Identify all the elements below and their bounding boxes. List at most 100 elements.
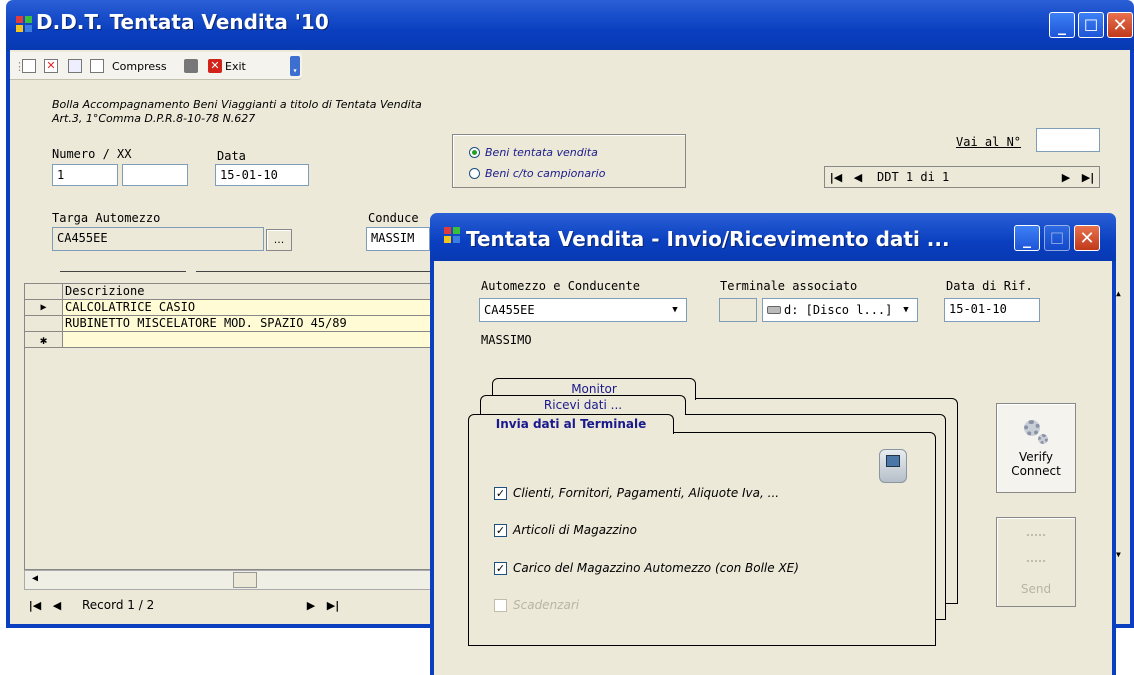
exit-icon: ✕ [208, 59, 222, 73]
grid-cell[interactable]: CALCOLATRICE CASIO [63, 300, 443, 316]
terminale-label: Terminale associato [720, 279, 858, 293]
checkbox-disabled-icon [494, 598, 507, 612]
doc-header-line2: Art.3, 1°Comma D.P.R.8-10-78 N.627 [52, 112, 256, 125]
close-button[interactable]: ✕ [1107, 12, 1133, 38]
verify-connect-button[interactable]: Verify Connect [996, 403, 1076, 493]
toolbar-overflow-button[interactable]: ▾ [290, 56, 300, 76]
send-disabled-icon [1027, 534, 1045, 562]
targa-input[interactable]: CA455EE [52, 227, 264, 251]
checkbox-checked-icon[interactable]: ✓ [494, 561, 507, 575]
main-toolbar: ⋮ ✕ Compress ✕ Exit ▾ [10, 52, 302, 80]
terminale-value: d: [Disco l...] [784, 303, 893, 317]
maximize-button[interactable]: ☐ [1078, 12, 1104, 38]
dialog-titlebar: Tentata Vendita - Invio/Ricevimento dati… [430, 213, 1116, 261]
new-row-icon: ✱ [25, 332, 63, 348]
checkbox-checked-icon[interactable]: ✓ [494, 523, 507, 537]
table-row[interactable]: ▶ CALCOLATRICE CASIO [25, 300, 443, 316]
doc-header-line1: Bolla Accompagnamento Beni Viaggianti a … [52, 98, 422, 111]
verify-label: Verify [1018, 450, 1054, 464]
radio-selected-icon [469, 147, 480, 158]
app-icon [16, 16, 32, 32]
checkbox-checked-icon[interactable]: ✓ [494, 486, 507, 500]
current-row-indicator-icon: ▶ [25, 300, 63, 316]
terminal-device-icon [879, 449, 907, 483]
data-input[interactable]: 15-01-10 [215, 164, 309, 186]
conducente-label: Conduce [368, 211, 419, 225]
numero-label: Numero / XX [52, 147, 132, 161]
xx-input[interactable] [122, 164, 188, 186]
compress-button[interactable]: Compress [112, 57, 167, 75]
chevron-down-icon[interactable]: ▼ [666, 301, 684, 319]
data-rif-input[interactable]: 15-01-10 [944, 298, 1040, 322]
conducente-input[interactable]: MASSIM [366, 227, 430, 251]
terminale-combo[interactable]: d: [Disco l...] ▼ [762, 298, 918, 322]
grid-header-row: Descrizione [25, 284, 443, 300]
vai-al-input[interactable] [1036, 128, 1100, 152]
record-first-button[interactable]: |◀ [24, 595, 46, 615]
numero-input[interactable]: 1 [52, 164, 118, 186]
righe-grid: Descrizione ▶ CALCOLATRICE CASIO RUBINET… [24, 283, 444, 570]
send-button: Send [996, 517, 1076, 607]
main-titlebar: D.D.T. Tentata Vendita '10 _ ☐ ✕ [6, 0, 1134, 50]
last-record-button[interactable]: ▶| [1077, 167, 1099, 187]
dialog-close-button[interactable]: ✕ [1074, 225, 1100, 251]
copy-icon[interactable] [90, 57, 104, 75]
record-prev-button[interactable]: ◀ [46, 595, 68, 615]
send-label: Send [1020, 582, 1052, 596]
exit-button[interactable]: ✕ Exit [208, 57, 246, 75]
scroll-down-icon[interactable]: ▼ [1116, 550, 1128, 564]
radio-beni-campionario[interactable]: Beni c/to campionario [469, 167, 605, 180]
data-rif-label: Data di Rif. [946, 279, 1033, 293]
scroll-up-icon[interactable]: ▲ [1116, 289, 1128, 303]
record-next-button[interactable]: ▶ [300, 595, 322, 615]
ddt-navigator: |◀ ◀ DDT 1 di 1 ▶ ▶| [824, 166, 1100, 188]
scroll-left-icon[interactable]: ◀ [27, 573, 43, 587]
dialog-title: Tentata Vendita - Invio/Ricevimento dati… [466, 227, 950, 251]
radio-beni-tentata[interactable]: Beni tentata vendita [469, 146, 598, 159]
grid-cell[interactable]: RUBINETTO MISCELATORE MOD. SPAZIO 45/89 [63, 316, 443, 332]
radio-empty-icon [469, 168, 480, 179]
main-window-title: D.D.T. Tentata Vendita '10 [36, 10, 329, 34]
new-row[interactable]: ✱ [25, 332, 443, 348]
chevron-down-icon[interactable]: ▼ [897, 301, 915, 319]
print-icon[interactable] [184, 57, 198, 75]
beni-radio-group: Beni tentata vendita Beni c/to campionar… [452, 134, 686, 188]
targa-browse-button[interactable]: ... [266, 229, 292, 251]
separator-1 [60, 271, 186, 272]
grid-column-descrizione[interactable]: Descrizione [63, 284, 443, 300]
record-navigator: |◀ ◀ Record 1 / 2 ▶ ▶| [24, 594, 344, 616]
ddt-nav-text: DDT 1 di 1 [877, 170, 950, 184]
first-record-button[interactable]: |◀ [825, 167, 847, 187]
next-record-button[interactable]: ▶ [1055, 167, 1077, 187]
tab-ricevi[interactable]: Ricevi dati ... [480, 395, 686, 415]
connect-label: Connect [1011, 464, 1061, 478]
table-row[interactable]: RUBINETTO MISCELATORE MOD. SPAZIO 45/89 [25, 316, 443, 332]
tab-panel-invia [468, 432, 936, 646]
terminale-code-input[interactable] [719, 298, 757, 322]
list-icon[interactable] [68, 57, 82, 75]
scroll-thumb[interactable] [233, 572, 257, 588]
check-articoli[interactable]: ✓ Articoli di Magazzino [494, 523, 637, 537]
automezzo-combo[interactable]: CA455EE ▼ [479, 298, 687, 322]
check-clienti[interactable]: ✓ Clienti, Fornitori, Pagamenti, Aliquot… [494, 486, 779, 500]
check-carico[interactable]: ✓ Carico del Magazzino Automezzo (con Bo… [494, 561, 799, 575]
separator-2 [196, 271, 430, 272]
data-label: Data [217, 149, 246, 163]
automezzo-label: Automezzo e Conducente [481, 279, 640, 293]
prev-record-button[interactable]: ◀ [847, 167, 869, 187]
delete-doc-icon[interactable]: ✕ [44, 57, 58, 75]
drive-icon [767, 306, 781, 314]
vai-al-label: Vai al N° [956, 135, 1022, 149]
grid-horizontal-scrollbar[interactable]: ◀ [24, 570, 444, 590]
record-last-button[interactable]: ▶| [322, 595, 344, 615]
conducente-name: MASSIMO [481, 333, 532, 347]
automezzo-value: CA455EE [484, 303, 535, 317]
dialog-app-icon [444, 227, 460, 243]
targa-label: Targa Automezzo [52, 211, 161, 225]
new-doc-icon[interactable] [22, 57, 36, 75]
tab-invia[interactable]: Invia dati al Terminale [468, 414, 674, 434]
dialog-minimize-button[interactable]: _ [1014, 225, 1040, 251]
check-scadenzari: Scadenzari [494, 598, 579, 612]
minimize-button[interactable]: _ [1049, 12, 1075, 38]
dialog-maximize-button: ☐ [1044, 225, 1070, 251]
